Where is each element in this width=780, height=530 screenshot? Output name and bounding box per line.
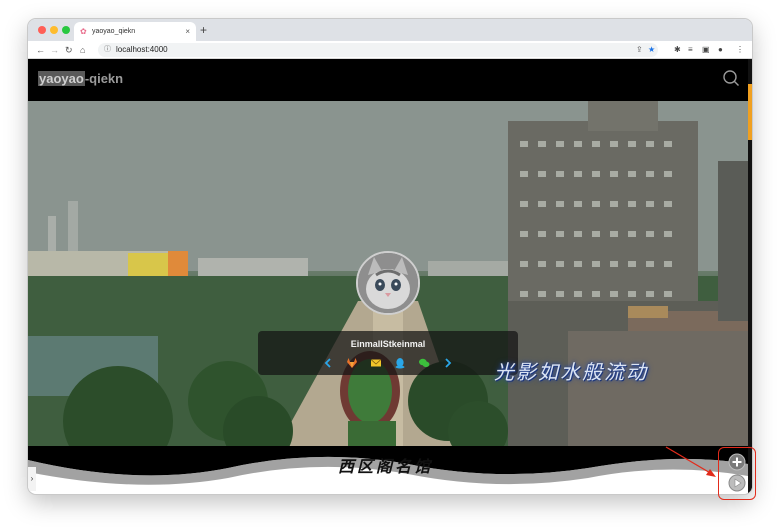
minimize-window-button[interactable] [50,26,58,34]
annotation-highlight-box [718,447,756,500]
logo-highlight: yaoyao [38,71,85,86]
gitlab-icon[interactable] [346,357,358,369]
tab-title: yaoyao_qiekn [92,28,136,35]
site-info-icon[interactable]: ⓘ [104,43,111,57]
chevron-right-icon[interactable] [442,357,454,369]
new-tab-button[interactable]: + [200,21,207,39]
hero-slogan: 光影如水般流动 [494,360,648,384]
reading-list-icon[interactable]: ≡ [688,41,693,59]
chevron-left-icon[interactable] [322,357,334,369]
share-icon[interactable]: ⇪ [636,43,643,57]
bookmark-star-icon[interactable]: ★ [648,43,655,57]
url-text: localhost:4000 [116,45,168,54]
music-status-text: Suspended [364,478,415,488]
home-icon[interactable]: ⌂ [80,41,85,59]
side-drawer-toggle[interactable]: › [28,467,36,491]
page-viewport: yaoyao-qiekn EinmalIStkeinmal 光影如水般流动 西区… [28,59,752,494]
profile-avatar-icon[interactable]: ● [718,41,723,59]
browser-tab[interactable]: ✿ yaoyao_qiekn × [74,22,196,41]
site-header: yaoyao-qiekn [28,59,752,101]
calligraphy-title: 西区阁名馆 [338,457,434,476]
hero-banner: EinmalIStkeinmal 光影如水般流动 [28,101,748,446]
menu-kebab-icon[interactable]: ⋮ [736,41,744,59]
social-links [258,357,518,371]
logo-rest: -qiekn [84,71,124,86]
reload-icon[interactable]: ↻ [65,41,73,59]
profile-card: EinmalIStkeinmal [258,331,518,375]
maximize-window-button[interactable] [62,26,70,34]
address-bar[interactable]: ⓘ localhost:4000 ⇪ ★ [98,43,658,57]
extensions-icon[interactable]: ✱ [674,41,681,59]
forward-icon[interactable]: → [50,41,59,59]
side-panel-icon[interactable]: ▣ [702,41,710,59]
close-window-button[interactable] [38,26,46,34]
tab-bar: ✿ yaoyao_qiekn × + [28,19,752,41]
wechat-icon[interactable] [418,357,430,369]
author-name: EinmalIStkeinmal [350,339,426,349]
browser-window: ✿ yaoyao_qiekn × + ← → ↻ ⌂ ⓘ localhost:4… [28,19,752,494]
address-toolbar: ← → ↻ ⌂ ⓘ localhost:4000 ⇪ ★ ✱ ≡ ▣ ● ⋮ [28,41,752,59]
author-avatar[interactable] [356,251,420,315]
mail-icon[interactable] [370,357,382,369]
back-icon[interactable]: ← [36,41,45,59]
favicon-icon: ✿ [80,27,87,36]
site-logo[interactable]: yaoyao-qiekn [38,71,123,86]
page-scrollbar-thumb[interactable] [748,84,752,140]
qq-icon[interactable] [394,357,406,369]
tab-close-button[interactable]: × [185,22,190,41]
search-icon[interactable] [722,69,740,87]
kitten-avatar-image [358,253,418,313]
